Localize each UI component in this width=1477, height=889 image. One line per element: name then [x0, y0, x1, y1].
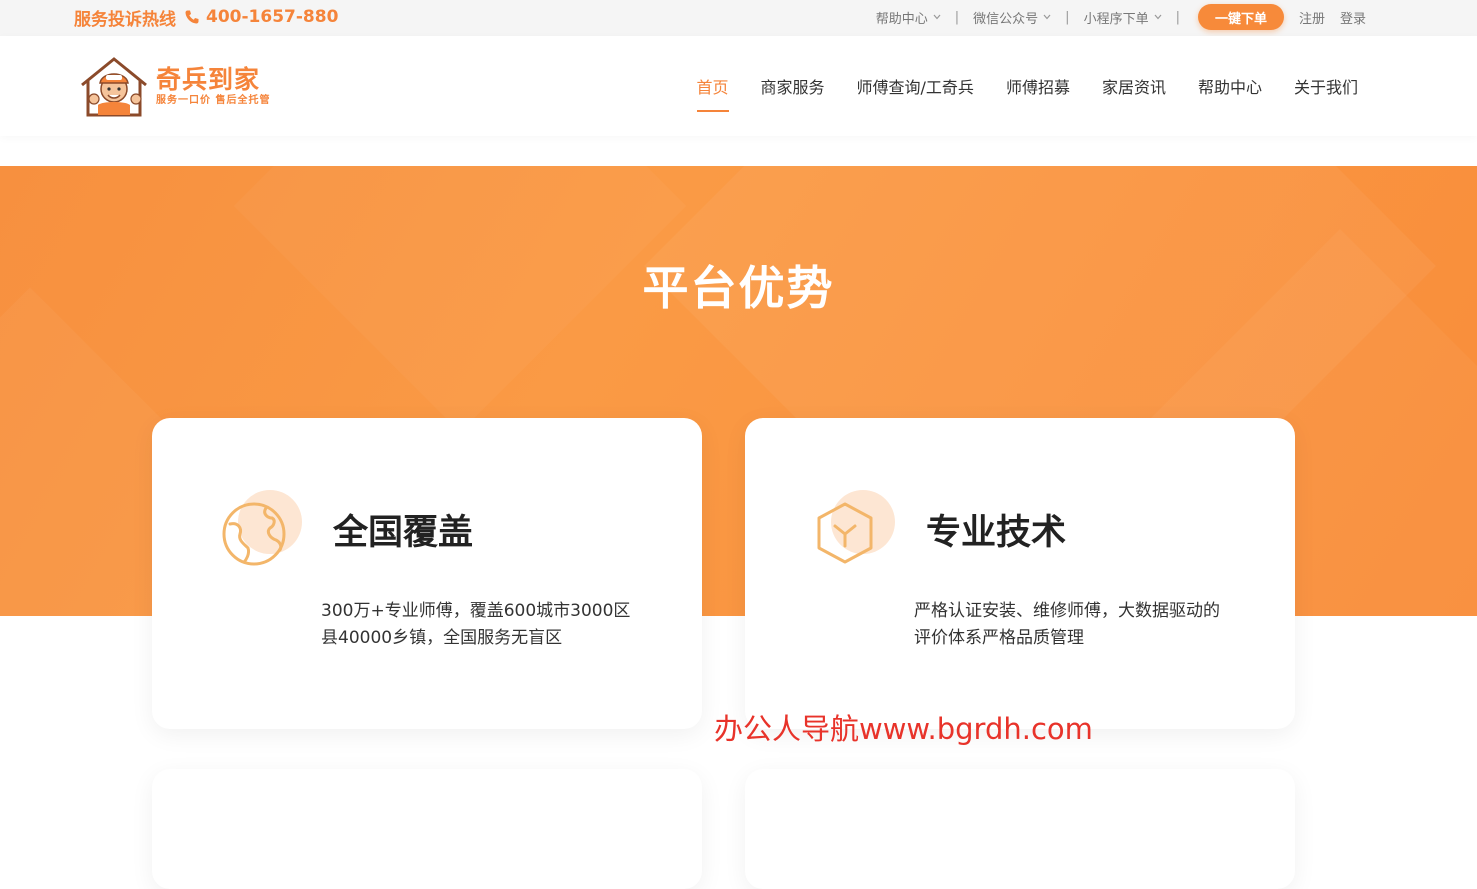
- nav-item-worker-recruit[interactable]: 师傅招募: [1006, 74, 1070, 98]
- site-header: 奇兵到家 服务一口价 售后全托管 首页 商家服务 师傅查询/工奇兵 师傅招募 家…: [0, 36, 1477, 136]
- logo-mascot-icon: [81, 57, 147, 117]
- hotline-number[interactable]: 400-1657-880: [206, 7, 338, 27]
- main-nav: 首页 商家服务 师傅查询/工奇兵 师傅招募 家居资讯 帮助中心 关于我们: [665, 36, 1358, 136]
- chevron-down-icon: [1154, 14, 1162, 20]
- miniprogram-dropdown[interactable]: 小程序下单: [1084, 8, 1162, 27]
- nav-item-home-news[interactable]: 家居资讯: [1102, 74, 1166, 98]
- top-bar: 服务投诉热线 400-1657-880 帮助中心 | 微信公众号 | 小程序下单…: [0, 0, 1477, 36]
- advantage-card-technique: 专业技术 严格认证安装、维修师傅，大数据驱动的评价体系严格品质管理: [745, 418, 1295, 729]
- register-link[interactable]: 注册: [1299, 8, 1325, 27]
- section-title: 平台优势: [642, 261, 835, 315]
- miniprogram-label: 小程序下单: [1083, 11, 1149, 27]
- wechat-label: 微信公众号: [973, 11, 1039, 27]
- card-description: 300万+专业师傅，覆盖600城市3000区县40000乡镇，全国服务无盲区: [321, 601, 631, 648]
- wechat-dropdown[interactable]: 微信公众号: [973, 8, 1051, 27]
- nav-item-home[interactable]: 首页: [696, 74, 729, 112]
- chevron-down-icon: [933, 14, 941, 20]
- login-link[interactable]: 登录: [1340, 8, 1366, 27]
- site-logo[interactable]: 奇兵到家 服务一口价 售后全托管: [76, 54, 276, 120]
- advantage-card: [745, 769, 1295, 889]
- advantage-card: [152, 769, 702, 889]
- logo-name: 奇兵到家: [156, 65, 261, 94]
- nav-item-about-us[interactable]: 关于我们: [1294, 74, 1358, 98]
- nav-item-merchant-services[interactable]: 商家服务: [761, 74, 825, 98]
- nav-item-worker-lookup[interactable]: 师傅查询/工奇兵: [857, 74, 974, 98]
- quick-order-button[interactable]: 一键下单: [1197, 4, 1284, 30]
- card-title: 全国覆盖: [333, 513, 474, 553]
- card-description: 严格认证安装、维修师傅，大数据驱动的评价体系严格品质管理: [914, 601, 1220, 648]
- logo-text: 奇兵到家 服务一口价 售后全托管: [156, 66, 270, 108]
- top-links: 帮助中心 | 微信公众号 | 小程序下单 | 一键下单 注册 登录: [876, 4, 1366, 30]
- watermark-text: 办公人导航www.bgrdh.com: [714, 712, 1093, 746]
- nav-item-help-center[interactable]: 帮助中心: [1198, 74, 1262, 98]
- chevron-down-icon: [1043, 14, 1051, 20]
- divider: |: [954, 9, 960, 25]
- complaint-hotline: 服务投诉热线 400-1657-880: [74, 6, 338, 30]
- card-title: 专业技术: [926, 513, 1067, 553]
- help-center-label: 帮助中心: [875, 11, 928, 27]
- hotline-label: 服务投诉热线: [74, 9, 176, 30]
- divider: |: [1175, 9, 1180, 25]
- cube-icon: [811, 488, 901, 578]
- divider: |: [1065, 9, 1070, 25]
- logo-slogan: 服务一口价 售后全托管: [156, 95, 271, 106]
- globe-icon: [218, 488, 308, 578]
- phone-icon: [184, 9, 200, 25]
- advantage-card-coverage: 全国覆盖 300万+专业师傅，覆盖600城市3000区县40000乡镇，全国服务…: [152, 418, 702, 729]
- help-center-dropdown[interactable]: 帮助中心: [876, 8, 941, 27]
